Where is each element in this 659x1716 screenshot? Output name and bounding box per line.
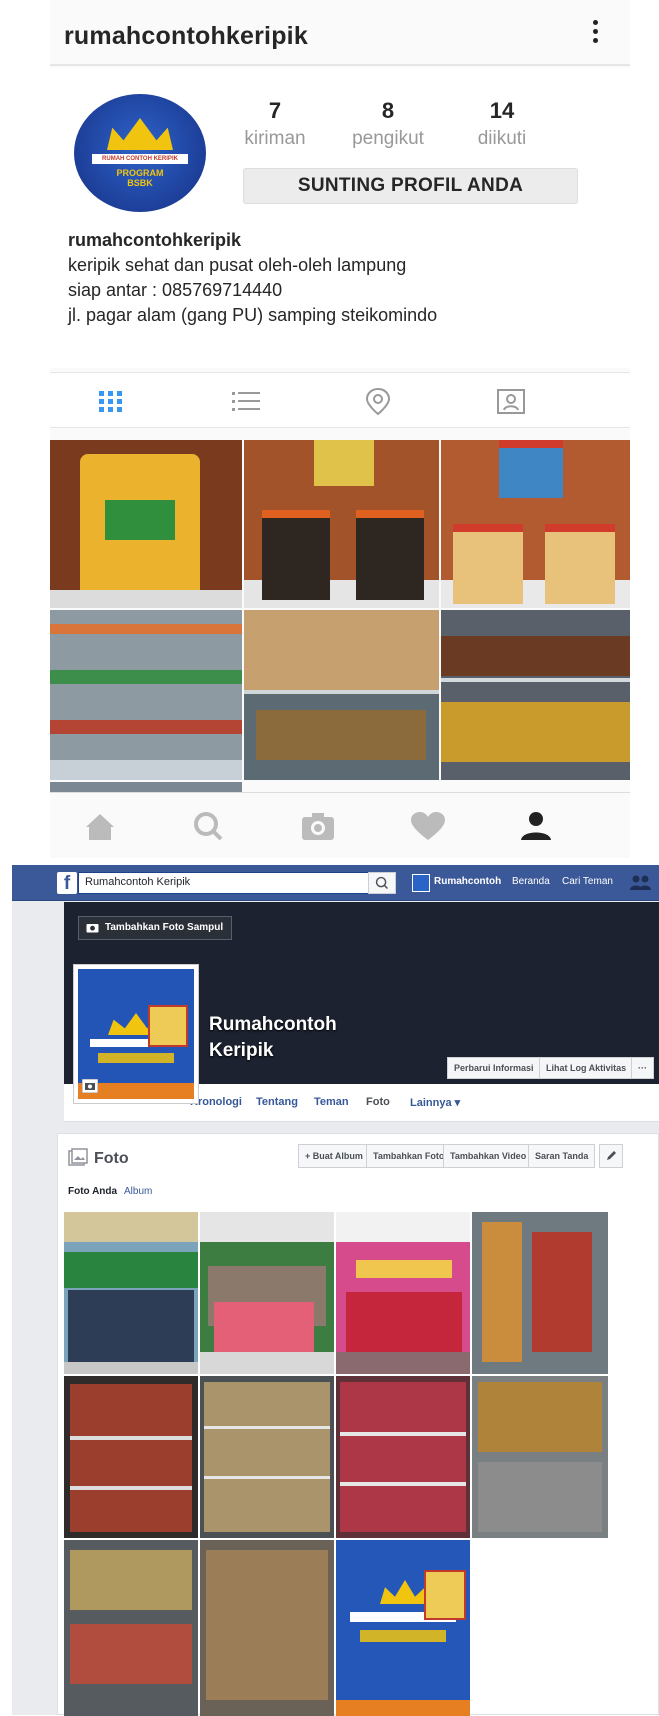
photo-thumbnail[interactable] — [336, 1212, 470, 1374]
posts-count: 7 — [268, 98, 282, 123]
stat-followers[interactable]: 8 pengikut — [338, 98, 438, 150]
bio-name: rumahcontohkeripik — [68, 230, 242, 250]
avatar[interactable] — [412, 874, 430, 892]
facebook-profile-screen: f Rumahcontoh Keripik Rumahcontoh Berand… — [12, 865, 659, 1716]
photo-thumbnail[interactable] — [200, 1540, 334, 1716]
instagram-header: rumahcontohkeripik — [50, 8, 630, 66]
profile-section: RUMAH CONTOH KERIPIK PROGRAM BSBK 7 kiri… — [50, 68, 630, 368]
photo-thumbnail[interactable] — [472, 1376, 608, 1538]
stat-posts[interactable]: 7 kiriman — [225, 98, 325, 150]
friend-requests-icon[interactable] — [628, 874, 654, 892]
profile-bio: rumahcontohkeripik keripik sehat dan pus… — [68, 228, 608, 328]
grid-photo[interactable] — [50, 440, 242, 608]
avatar[interactable]: RUMAH CONTOH KERIPIK PROGRAM BSBK — [74, 94, 206, 212]
photos-title: Foto — [94, 1150, 129, 1167]
tab-more[interactable]: Lainnya ▾ — [410, 1096, 460, 1109]
add-cover-photo-button[interactable]: Tambahkan Foto Sampul — [78, 916, 233, 940]
nav-find-friends-link[interactable]: Cari Teman — [562, 876, 613, 887]
more-options-icon[interactable] — [590, 20, 600, 50]
photo-thumbnail[interactable] — [64, 1540, 198, 1716]
profile-picture[interactable] — [74, 965, 198, 1103]
photo-thumbnail[interactable] — [200, 1212, 334, 1374]
facebook-top-bar: f Rumahcontoh Keripik Rumahcontoh Berand… — [12, 865, 659, 901]
following-count: 14 — [489, 98, 515, 123]
grid-photo[interactable] — [441, 610, 630, 780]
header-username: rumahcontohkeripik — [64, 22, 308, 50]
grid-photo[interactable] — [50, 782, 242, 792]
your-photos-tab[interactable]: Foto Anda — [68, 1186, 117, 1197]
grid-photo[interactable] — [244, 440, 439, 608]
search-input[interactable]: Rumahcontoh Keripik — [78, 872, 396, 894]
stat-following[interactable]: 14 diikuti — [452, 98, 552, 150]
search-icon[interactable] — [368, 872, 396, 894]
followers-count: 8 — [381, 98, 395, 123]
photo-thumbnail[interactable] — [64, 1376, 198, 1538]
tab-friends[interactable]: Teman — [314, 1096, 349, 1108]
tag-suggestions-button[interactable]: Saran Tanda — [528, 1144, 596, 1168]
list-icon[interactable] — [230, 387, 262, 415]
instagram-profile-screen: rumahcontohkeripik RUMAH CONTOH KERIPIK … — [50, 0, 630, 858]
bio-line: keripik sehat dan pusat oleh-oleh lampun… — [68, 255, 407, 275]
grid-photo[interactable] — [244, 610, 439, 780]
photo-grid — [50, 440, 630, 792]
add-video-button[interactable]: Tambahkan Video — [443, 1144, 534, 1168]
add-cover-photo-label: Tambahkan Foto Sampul — [105, 922, 224, 933]
following-label: diikuti — [477, 128, 527, 149]
tab-photos[interactable]: Foto — [366, 1096, 390, 1108]
add-photo-button[interactable]: Tambahkan Foto — [366, 1144, 452, 1168]
photos-panel: Foto + Buat Album Tambahkan Foto Tambahk… — [57, 1133, 659, 1716]
update-profile-picture-icon[interactable] — [82, 1079, 98, 1093]
bio-line: siap antar : 085769714440 — [68, 280, 283, 300]
edit-pencil-icon[interactable] — [599, 1144, 623, 1168]
followers-label: pengikut — [352, 128, 424, 149]
edit-profile-button[interactable]: SUNTING PROFIL ANDA — [243, 168, 578, 204]
grid-photo[interactable] — [441, 440, 630, 608]
camera-icon[interactable] — [298, 809, 338, 843]
album-tab[interactable]: Album — [124, 1186, 152, 1197]
profile-name[interactable]: Rumahcontoh Keripik — [209, 1012, 337, 1064]
grid-icon[interactable] — [95, 387, 127, 415]
facebook-logo-icon[interactable]: f — [57, 872, 77, 894]
bio-line: jl. pagar alam (gang PU) samping steikom… — [68, 305, 438, 325]
grid-photo[interactable] — [50, 610, 242, 780]
search-icon[interactable] — [188, 809, 228, 843]
nav-profile-link[interactable]: Rumahcontoh — [434, 876, 501, 887]
activity-log-button[interactable]: Lihat Log Aktivitas — [539, 1057, 634, 1079]
tab-about[interactable]: Tentang — [256, 1096, 298, 1108]
nav-home-link[interactable]: Beranda — [512, 876, 550, 887]
camera-icon — [86, 924, 99, 933]
posts-label: kiriman — [244, 128, 306, 149]
photo-thumbnail[interactable] — [336, 1376, 470, 1538]
location-icon[interactable] — [362, 387, 394, 415]
photo-thumbnail[interactable] — [336, 1540, 470, 1716]
photo-thumbnail[interactable] — [64, 1212, 198, 1374]
photos-icon — [68, 1148, 88, 1166]
more-button[interactable]: ··· — [631, 1057, 654, 1079]
heart-icon[interactable] — [408, 809, 448, 843]
bottom-navigation — [50, 792, 630, 858]
photo-thumbnail[interactable] — [200, 1376, 334, 1538]
home-icon[interactable] — [80, 809, 120, 843]
tagged-icon[interactable] — [495, 387, 527, 415]
profile-icon[interactable] — [516, 809, 556, 843]
profile-tab-bar — [50, 372, 630, 428]
create-album-button[interactable]: + Buat Album — [298, 1144, 370, 1168]
update-info-button[interactable]: Perbarui Informasi — [447, 1057, 541, 1079]
photo-thumbnail[interactable] — [472, 1212, 608, 1374]
